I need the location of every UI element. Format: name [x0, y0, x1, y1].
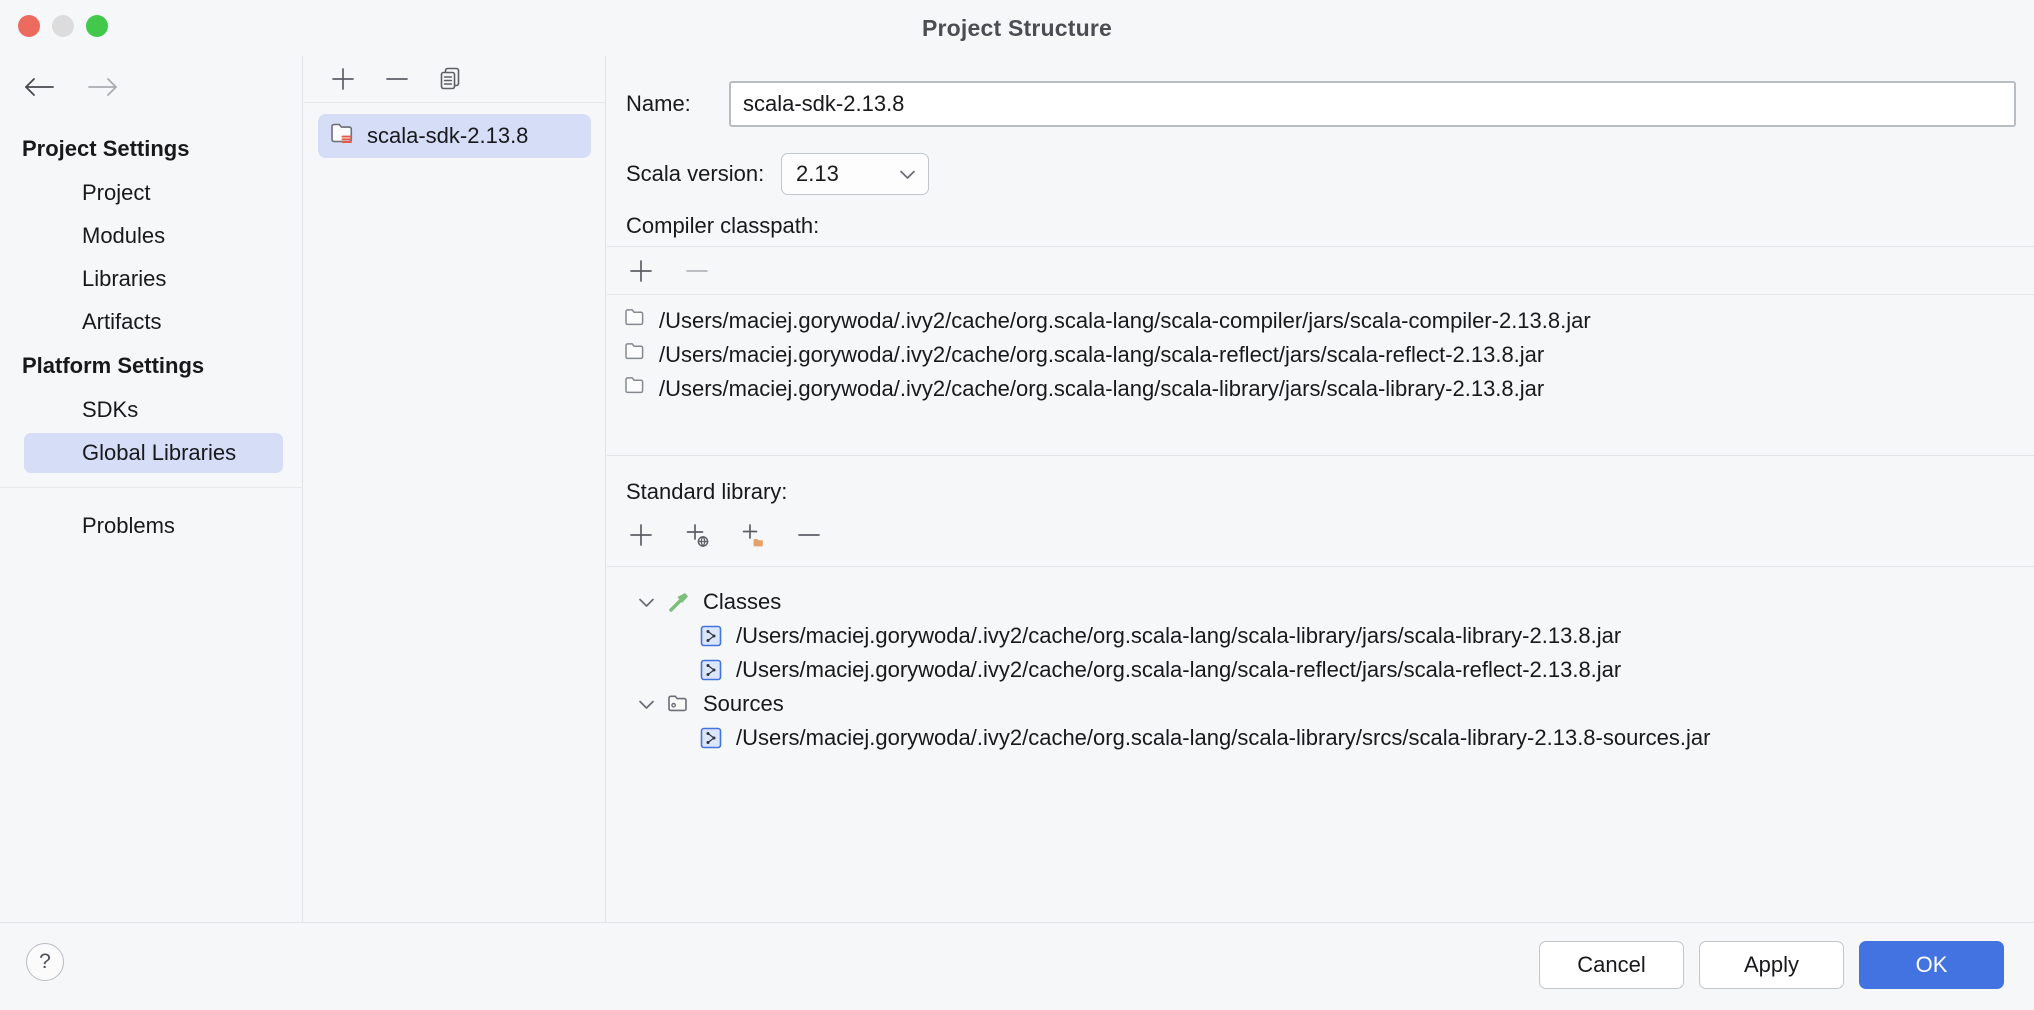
sidebar-item-problems[interactable]: Problems — [24, 506, 283, 546]
cancel-button[interactable]: Cancel — [1539, 941, 1684, 989]
maximize-window-button[interactable] — [86, 15, 108, 37]
plus-folder-icon[interactable] — [736, 518, 770, 552]
compiler-classpath-entries: /Users/maciej.gorywoda/.ivy2/cache/org.s… — [607, 295, 2034, 406]
title-bar: Project Structure — [0, 0, 2034, 56]
sidebar-item-libraries[interactable]: Libraries — [24, 259, 283, 299]
standard-library-tree: Classes /Users/maciej.gorywoda/.ivy2/cac… — [607, 567, 2034, 755]
copy-library-button[interactable] — [434, 62, 468, 96]
tree-group-label: Sources — [703, 691, 784, 717]
navigation-arrows — [22, 70, 120, 104]
remove-library-button[interactable] — [380, 62, 414, 96]
jar-icon — [695, 726, 727, 750]
tree-leaf-path: /Users/maciej.gorywoda/.ivy2/cache/org.s… — [736, 725, 1710, 751]
add-library-button[interactable] — [326, 62, 360, 96]
tree-leaf[interactable]: /Users/maciej.gorywoda/.ivy2/cache/org.s… — [607, 619, 2034, 653]
tree-leaf-path: /Users/maciej.gorywoda/.ivy2/cache/org.s… — [736, 657, 1621, 683]
standard-library-toolbar — [624, 518, 826, 552]
chevron-down-icon[interactable] — [629, 698, 663, 711]
nav-group-platform-settings: Platform Settings — [0, 345, 303, 387]
add-root-button[interactable] — [624, 518, 658, 552]
project-structure-dialog: Project Structure Project Settings Proje… — [0, 0, 2034, 1010]
classpath-entry-path: /Users/maciej.gorywoda/.ivy2/cache/org.s… — [659, 376, 1544, 402]
dialog-actions: Cancel Apply OK — [1539, 941, 2004, 989]
nav-divider — [0, 487, 303, 488]
classes-hammer-icon — [663, 589, 695, 615]
scala-version-value: 2.13 — [796, 161, 839, 187]
tree-leaf[interactable]: /Users/maciej.gorywoda/.ivy2/cache/org.s… — [607, 721, 2034, 755]
sidebar-item-sdks[interactable]: SDKs — [24, 390, 283, 430]
sidebar-item-artifacts[interactable]: Artifacts — [24, 302, 283, 342]
jar-icon — [695, 624, 727, 648]
standard-library-tree-block: Classes /Users/maciej.gorywoda/.ivy2/cac… — [607, 566, 2034, 922]
tree-leaf-path: /Users/maciej.gorywoda/.ivy2/cache/org.s… — [736, 623, 1621, 649]
question-mark-icon[interactable]: ? — [26, 943, 64, 981]
settings-nav-list: Project Settings Project Modules Librari… — [0, 128, 303, 549]
tree-leaf[interactable]: /Users/maciej.gorywoda/.ivy2/cache/org.s… — [607, 653, 2034, 687]
scala-version-select[interactable]: 2.13 — [781, 153, 929, 195]
scala-version-row: Scala version: 2.13 — [626, 153, 929, 195]
name-row: Name: — [626, 81, 2016, 127]
list-item[interactable]: scala-sdk-2.13.8 — [318, 114, 591, 158]
scala-library-folder-icon — [330, 121, 357, 151]
library-list-panel: scala-sdk-2.13.8 — [304, 56, 606, 922]
add-classpath-button[interactable] — [624, 254, 658, 288]
list-item-label: scala-sdk-2.13.8 — [367, 123, 528, 149]
folder-icon — [624, 375, 648, 403]
library-list-toolbar — [304, 56, 605, 103]
tree-group-sources[interactable]: Sources — [607, 687, 2034, 721]
remove-classpath-button[interactable] — [680, 254, 714, 288]
arrow-right-icon[interactable] — [86, 70, 120, 104]
window-title: Project Structure — [922, 15, 1112, 42]
apply-button[interactable]: Apply — [1699, 941, 1844, 989]
list-item[interactable]: /Users/maciej.gorywoda/.ivy2/cache/org.s… — [607, 304, 2034, 338]
dialog-button-bar: ? Cancel Apply OK — [0, 922, 2034, 1010]
chevron-down-icon[interactable] — [629, 596, 663, 609]
standard-library-label: Standard library: — [626, 479, 787, 505]
arrow-left-icon[interactable] — [22, 70, 56, 104]
sidebar-item-project[interactable]: Project — [24, 173, 283, 213]
tree-group-label: Classes — [703, 589, 781, 615]
chevron-down-icon — [898, 161, 917, 187]
sidebar-item-modules[interactable]: Modules — [24, 216, 283, 256]
list-item[interactable]: /Users/maciej.gorywoda/.ivy2/cache/org.s… — [607, 338, 2034, 372]
traffic-light-buttons — [18, 15, 108, 37]
scala-version-label: Scala version: — [626, 161, 781, 187]
list-item[interactable]: /Users/maciej.gorywoda/.ivy2/cache/org.s… — [607, 372, 2034, 406]
sources-folder-icon — [663, 692, 695, 716]
classpath-entry-path: /Users/maciej.gorywoda/.ivy2/cache/org.s… — [659, 308, 1591, 334]
compiler-classpath-label: Compiler classpath: — [626, 213, 819, 239]
nav-group-project-settings: Project Settings — [0, 128, 303, 170]
compiler-classpath-toolbar — [607, 247, 2034, 295]
tree-group-classes[interactable]: Classes — [607, 585, 2034, 619]
plus-globe-icon[interactable] — [680, 518, 714, 552]
library-detail-pane: Name: Scala version: 2.13 Compiler class… — [607, 56, 2034, 922]
close-window-button[interactable] — [18, 15, 40, 37]
sidebar-item-global-libraries[interactable]: Global Libraries — [24, 433, 283, 473]
ok-button[interactable]: OK — [1859, 941, 2004, 989]
minimize-window-button[interactable] — [52, 15, 74, 37]
remove-root-button[interactable] — [792, 518, 826, 552]
jar-icon — [695, 658, 727, 682]
name-input[interactable] — [729, 81, 2016, 127]
compiler-classpath-block: /Users/maciej.gorywoda/.ivy2/cache/org.s… — [607, 246, 2034, 456]
classpath-entry-path: /Users/maciej.gorywoda/.ivy2/cache/org.s… — [659, 342, 1544, 368]
folder-icon — [624, 307, 648, 335]
settings-sidebar: Project Settings Project Modules Librari… — [0, 56, 303, 922]
name-label: Name: — [626, 91, 729, 117]
library-list-items: scala-sdk-2.13.8 — [304, 103, 605, 158]
folder-icon — [624, 341, 648, 369]
